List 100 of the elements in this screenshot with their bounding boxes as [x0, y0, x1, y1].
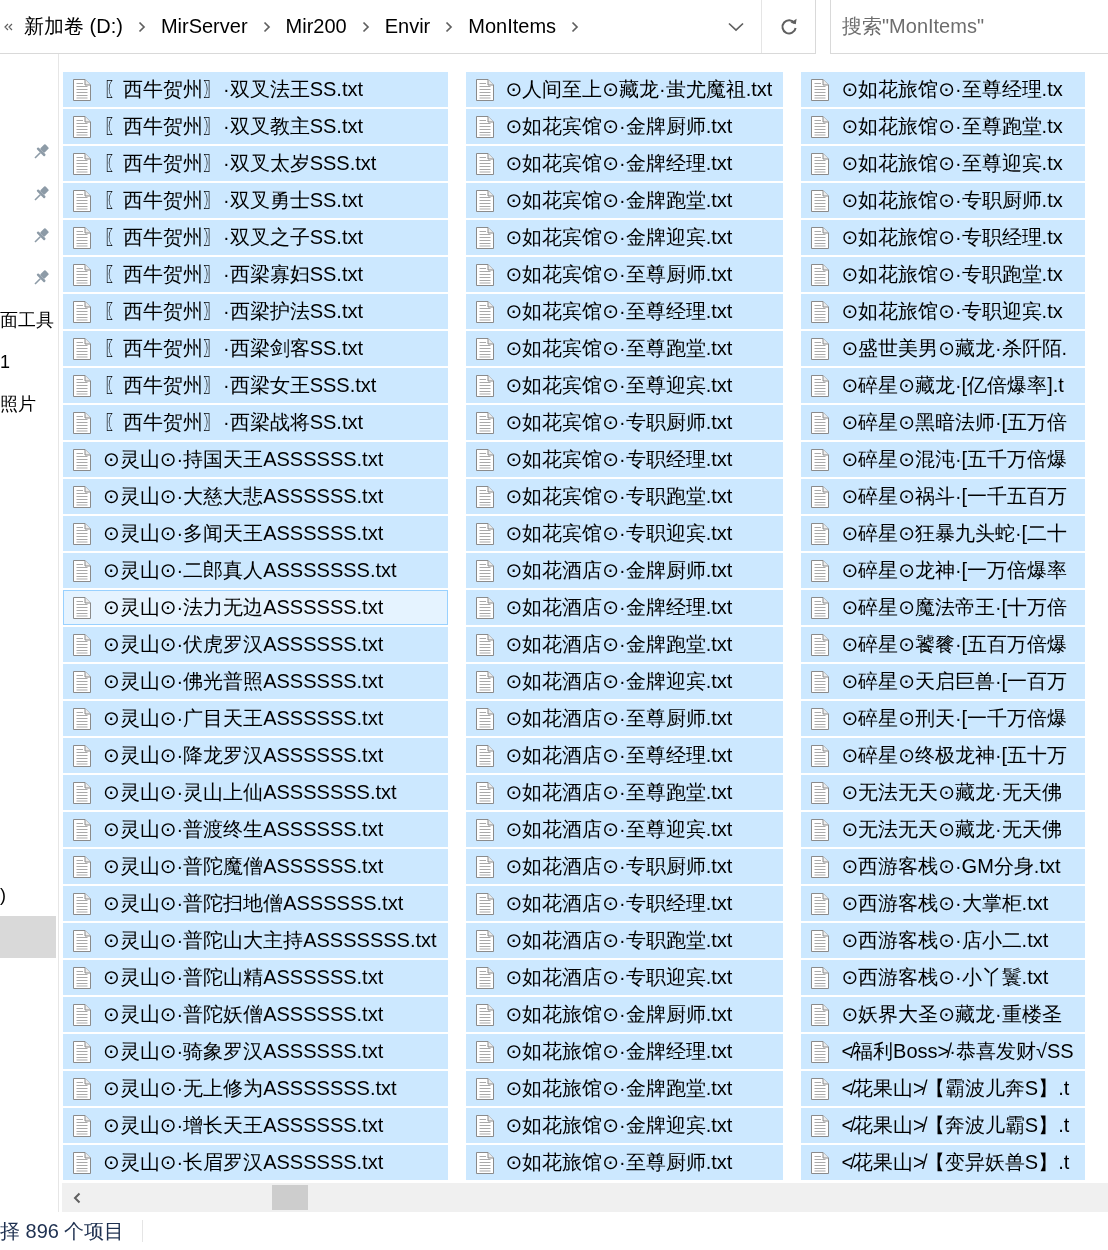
- file-item[interactable]: ⊙西游客栈⊙·GM分身.txt: [801, 849, 1085, 884]
- pin-icon[interactable]: [32, 227, 50, 245]
- file-item[interactable]: ⊙碎星⊙黑暗法师·[五万倍: [801, 405, 1085, 440]
- file-item[interactable]: ⊙灵山⊙·普陀山大主持ASSSSSSS.txt: [63, 923, 448, 958]
- file-item[interactable]: ⊙如花酒店⊙·专职跑堂.txt: [465, 923, 784, 958]
- file-item[interactable]: ⊙如花旅馆⊙·至尊厨师.txt: [465, 1145, 784, 1180]
- file-item[interactable]: ⊙如花酒店⊙·金牌厨师.txt: [465, 553, 784, 588]
- file-item[interactable]: ⊙灵山⊙·普陀魔僧ASSSSSS.txt: [63, 849, 448, 884]
- file-item[interactable]: ⊙妖界大圣⊙藏龙·重楼圣: [801, 997, 1085, 1032]
- file-item[interactable]: ⊙灵山⊙·持国天王ASSSSSS.txt: [63, 442, 448, 477]
- file-item[interactable]: ⊙如花酒店⊙·金牌跑堂.txt: [465, 627, 784, 662]
- file-item[interactable]: ⊙如花旅馆⊙·至尊迎宾.tx: [801, 146, 1085, 181]
- file-item[interactable]: ⊙西游客栈⊙·小丫鬟.txt: [801, 960, 1085, 995]
- file-item[interactable]: ⊙碎星⊙狂暴九头蛇·[二十: [801, 516, 1085, 551]
- file-item[interactable]: ⊙灵山⊙·普陀妖僧ASSSSSS.txt: [63, 997, 448, 1032]
- file-item[interactable]: ⊙如花宾馆⊙·至尊跑堂.txt: [465, 331, 784, 366]
- file-item[interactable]: ⊙碎星⊙祸斗·[一千五百万: [801, 479, 1085, 514]
- breadcrumb-item[interactable]: 新加卷 (D:): [24, 13, 123, 40]
- chevron-right-icon[interactable]: [571, 20, 580, 33]
- file-item[interactable]: ⊙碎星⊙饕餮·[五百万倍爆: [801, 627, 1085, 662]
- nav-item[interactable]: 照片: [0, 383, 56, 425]
- file-item[interactable]: ⊙碎星⊙天启巨兽·[一百万: [801, 664, 1085, 699]
- file-item[interactable]: ⊙无法无天⊙藏龙·无天佛: [801, 775, 1085, 810]
- file-item[interactable]: ⊙灵山⊙·普陀扫地僧ASSSSSS.txt: [63, 886, 448, 921]
- file-item[interactable]: ⊙碎星⊙魔法帝王·[十万倍: [801, 590, 1085, 625]
- file-item[interactable]: ⊙如花宾馆⊙·专职跑堂.txt: [465, 479, 784, 514]
- file-item[interactable]: ⊙如花酒店⊙·至尊经理.txt: [465, 738, 784, 773]
- chevron-right-icon[interactable]: [445, 20, 454, 33]
- file-item[interactable]: ⊙如花宾馆⊙·至尊经理.txt: [465, 294, 784, 329]
- pin-icon[interactable]: [32, 185, 50, 203]
- nav-item[interactable]: 面工具: [0, 299, 56, 341]
- file-item[interactable]: ⊙如花酒店⊙·金牌迎宾.txt: [465, 664, 784, 699]
- file-item[interactable]: ⊙如花旅馆⊙·专职迎宾.tx: [801, 294, 1085, 329]
- file-item[interactable]: ⊙如花宾馆⊙·金牌跑堂.txt: [465, 183, 784, 218]
- file-item[interactable]: ⊙西游客栈⊙·店小二.txt: [801, 923, 1085, 958]
- file-item[interactable]: ⊙灵山⊙·无上修为ASSSSSSS.txt: [63, 1071, 448, 1106]
- file-item[interactable]: ⊙西游客栈⊙·大掌柜.txt: [801, 886, 1085, 921]
- file-item[interactable]: ⊙灵山⊙·骑象罗汉ASSSSSS.txt: [63, 1034, 448, 1069]
- file-item[interactable]: ⊙如花旅馆⊙·金牌厨师.txt: [465, 997, 784, 1032]
- chevron-left-icon[interactable]: [73, 1191, 81, 1204]
- file-item[interactable]: ⊙如花宾馆⊙·金牌经理.txt: [465, 146, 784, 181]
- file-item[interactable]: ⊙碎星⊙刑天·[一千万倍爆: [801, 701, 1085, 736]
- refresh-icon[interactable]: [779, 17, 798, 36]
- file-item[interactable]: ⊙灵山⊙·降龙罗汉ASSSSSS.txt: [63, 738, 448, 773]
- file-item[interactable]: ⊙碎星⊙龙神·[一万倍爆率: [801, 553, 1085, 588]
- file-item[interactable]: ⊙如花酒店⊙·至尊迎宾.txt: [465, 812, 784, 847]
- file-item[interactable]: ⊙如花宾馆⊙·专职迎宾.txt: [465, 516, 784, 551]
- horizontal-scrollbar[interactable]: [62, 1183, 1108, 1212]
- breadcrumb-item[interactable]: MirServer: [160, 15, 248, 38]
- file-item[interactable]: ⊙无法无天⊙藏龙·无天佛: [801, 812, 1085, 847]
- file-item[interactable]: ≮花果山≯【霸波儿奔S】.t: [801, 1071, 1085, 1106]
- file-item[interactable]: ⊙灵山⊙·灵山上仙ASSSSSSS.txt: [63, 775, 448, 810]
- breadcrumb-item[interactable]: Mir200: [285, 15, 347, 38]
- scrollbar-thumb[interactable]: [272, 1185, 308, 1210]
- breadcrumb-item[interactable]: Envir: [384, 15, 431, 38]
- breadcrumb-item[interactable]: MonItems: [468, 15, 557, 38]
- file-item[interactable]: ⊙如花旅馆⊙·专职跑堂.tx: [801, 257, 1085, 292]
- file-item[interactable]: ⊙如花宾馆⊙·专职经理.txt: [465, 442, 784, 477]
- file-item[interactable]: 〖西牛贺州〗·双叉之子SS.txt: [63, 220, 448, 255]
- chevron-right-icon[interactable]: [361, 20, 370, 33]
- file-item[interactable]: ⊙灵山⊙·法力无边ASSSSSS.txt: [63, 590, 448, 625]
- file-item[interactable]: ⊙如花宾馆⊙·金牌迎宾.txt: [465, 220, 784, 255]
- file-item[interactable]: ⊙碎星⊙藏龙·[亿倍爆率].t: [801, 368, 1085, 403]
- file-item[interactable]: 〖西牛贺州〗·双叉法王SS.txt: [63, 72, 448, 107]
- file-item[interactable]: ⊙灵山⊙·增长天王ASSSSSS.txt: [63, 1108, 448, 1143]
- file-item[interactable]: ⊙如花酒店⊙·专职迎宾.txt: [465, 960, 784, 995]
- file-item[interactable]: ⊙灵山⊙·大慈大悲ASSSSSS.txt: [63, 479, 448, 514]
- file-item[interactable]: ⊙如花旅馆⊙·金牌经理.txt: [465, 1034, 784, 1069]
- file-item[interactable]: ⊙如花旅馆⊙·专职经理.tx: [801, 220, 1085, 255]
- pin-icon[interactable]: [32, 143, 50, 161]
- file-item[interactable]: ⊙如花酒店⊙·专职厨师.txt: [465, 849, 784, 884]
- file-item[interactable]: 〖西牛贺州〗·西梁剑客SS.txt: [63, 331, 448, 366]
- file-item[interactable]: ⊙人间至上⊙藏龙·蚩尤魔祖.txt: [465, 72, 784, 107]
- file-item[interactable]: ⊙如花酒店⊙·专职经理.txt: [465, 886, 784, 921]
- file-item[interactable]: ⊙灵山⊙·广目天王ASSSSSS.txt: [63, 701, 448, 736]
- file-item[interactable]: 〖西牛贺州〗·双叉教主SS.txt: [63, 109, 448, 144]
- file-item[interactable]: ⊙碎星⊙混沌·[五千万倍爆: [801, 442, 1085, 477]
- file-item[interactable]: ⊙如花旅馆⊙·金牌跑堂.txt: [465, 1071, 784, 1106]
- file-item[interactable]: ⊙如花宾馆⊙·专职厨师.txt: [465, 405, 784, 440]
- file-item[interactable]: ⊙灵山⊙·普陀山精ASSSSSS.txt: [63, 960, 448, 995]
- chevron-right-icon[interactable]: [262, 20, 271, 33]
- file-item[interactable]: ≮花果山≯【奔波儿霸S】.t: [801, 1108, 1085, 1143]
- nav-item[interactable]: 1: [0, 341, 56, 383]
- file-item[interactable]: ⊙如花旅馆⊙·金牌迎宾.txt: [465, 1108, 784, 1143]
- file-item[interactable]: ⊙如花旅馆⊙·至尊跑堂.tx: [801, 109, 1085, 144]
- nav-item[interactable]: ): [0, 874, 56, 916]
- file-item[interactable]: ≮福利Boss≯·恭喜发财√SS: [801, 1034, 1085, 1069]
- chevron-right-icon[interactable]: [137, 20, 146, 33]
- file-item[interactable]: 〖西牛贺州〗·西梁护法SS.txt: [63, 294, 448, 329]
- file-item[interactable]: 〖西牛贺州〗·西梁女王SSS.txt: [63, 368, 448, 403]
- file-item[interactable]: ⊙如花酒店⊙·至尊跑堂.txt: [465, 775, 784, 810]
- file-item[interactable]: ⊙如花酒店⊙·金牌经理.txt: [465, 590, 784, 625]
- file-item[interactable]: ⊙灵山⊙·佛光普照ASSSSSS.txt: [63, 664, 448, 699]
- file-item[interactable]: ⊙碎星⊙终极龙神·[五十万: [801, 738, 1085, 773]
- file-item[interactable]: ⊙灵山⊙·伏虎罗汉ASSSSSS.txt: [63, 627, 448, 662]
- file-item[interactable]: ⊙如花酒店⊙·至尊厨师.txt: [465, 701, 784, 736]
- file-item[interactable]: 〖西牛贺州〗·双叉勇士SS.txt: [63, 183, 448, 218]
- file-item[interactable]: ⊙如花宾馆⊙·金牌厨师.txt: [465, 109, 784, 144]
- file-item[interactable]: ⊙灵山⊙·二郎真人ASSSSSSS.txt: [63, 553, 448, 588]
- chevron-down-icon[interactable]: [728, 21, 744, 32]
